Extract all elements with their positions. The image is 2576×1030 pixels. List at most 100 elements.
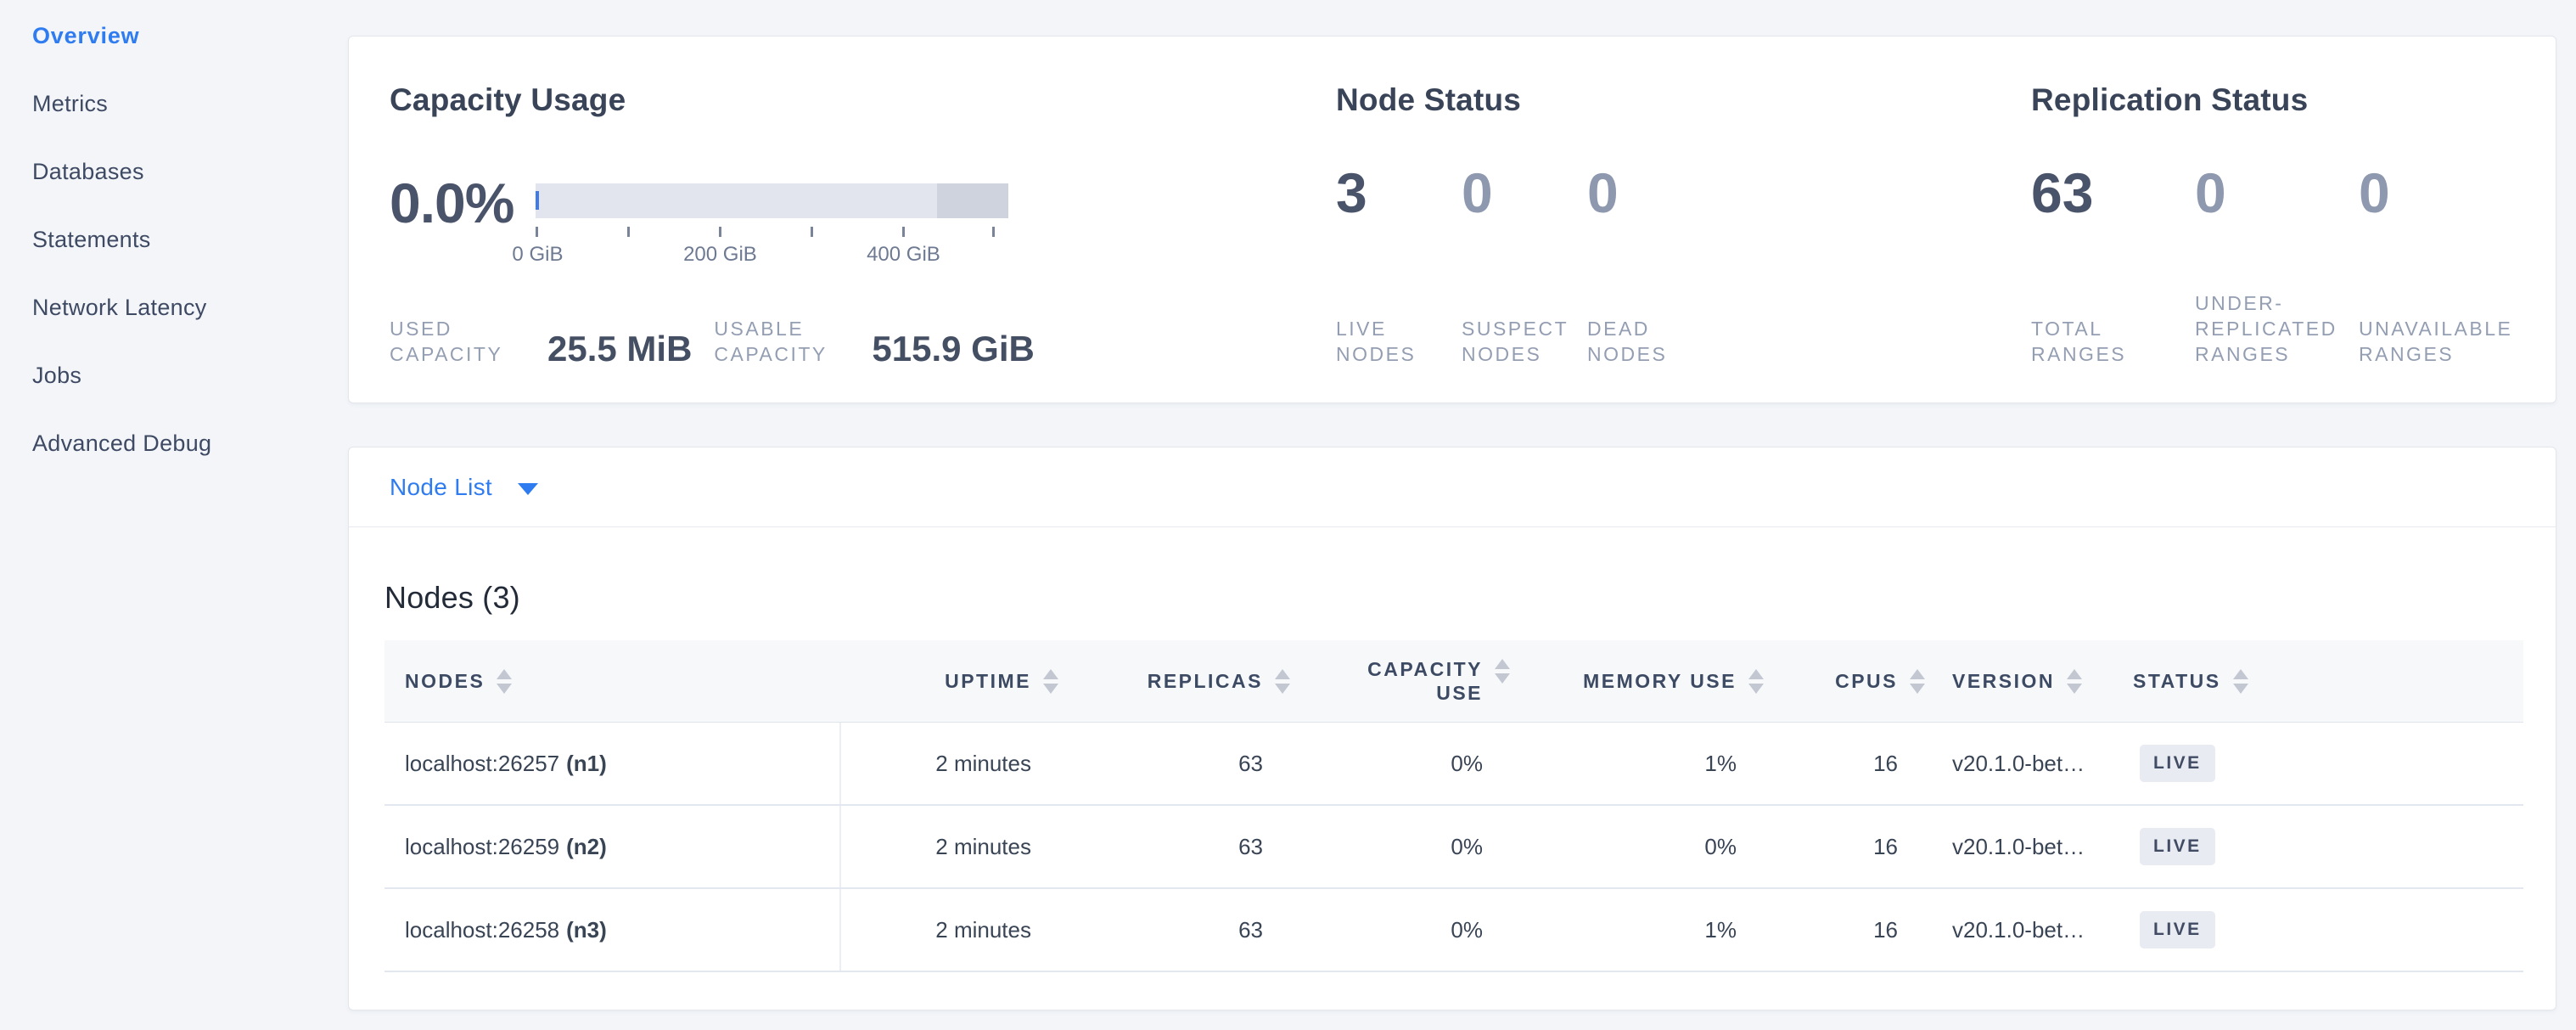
capacity-usage-section: Capacity Usage 0.0% 0 Gi (349, 37, 1308, 402)
capacity-use-cell: 0% (1290, 806, 1510, 887)
sidebar-item-network-latency[interactable]: Network Latency (0, 273, 348, 341)
axis-tick (627, 227, 630, 237)
sort-icon[interactable] (1748, 669, 1764, 694)
node-id: (n2) (566, 834, 607, 860)
suspect-nodes-stat: 0 SUSPECT NODES (1462, 159, 1587, 367)
app-root: Overview Metrics Databases Statements Ne… (0, 0, 2576, 1030)
table-row[interactable]: localhost:26257 (n1) 2 minutes 63 0% 1% … (384, 723, 2523, 806)
status-cell: LIVE (2114, 806, 2523, 887)
live-nodes-stat: 3 LIVE NODES (1336, 159, 1462, 367)
sidebar-item-statements[interactable]: Statements (0, 205, 348, 273)
column-header-replicas[interactable]: REPLICAS (1058, 640, 1290, 722)
sort-icon[interactable] (1043, 669, 1058, 694)
total-ranges-stat: 63 TOTAL RANGES (2031, 159, 2195, 367)
capacity-gauge-row: 0.0% 0 GiB 200 GiB (390, 164, 1308, 242)
column-header-version[interactable]: VERSION (1925, 640, 2114, 722)
sidebar-item-advanced-debug[interactable]: Advanced Debug (0, 409, 348, 477)
column-header-memory-use[interactable]: MEMORY USE (1510, 640, 1764, 722)
suspect-nodes-label: SUSPECT NODES (1462, 316, 1582, 367)
capacity-gauge-track (536, 183, 1008, 218)
axis-tick-label: 200 GiB (683, 243, 757, 267)
replicas-cell: 63 (1058, 806, 1290, 887)
unavailable-ranges-value: 0 (2359, 159, 2523, 227)
uptime-cell: 2 minutes (841, 806, 1058, 887)
version-cell: v20.1.0-bet… (1925, 806, 2114, 887)
replication-status-title: Replication Status (2031, 81, 2556, 120)
capacity-used-bar (536, 191, 539, 209)
table-body: localhost:26257 (n1) 2 minutes 63 0% 1% … (384, 723, 2523, 972)
sort-icon[interactable] (1495, 659, 1510, 684)
cpus-cell: 16 (1764, 723, 1925, 804)
sidebar-item-metrics[interactable]: Metrics (0, 70, 348, 138)
unavailable-ranges-stat: 0 UNAVAILABLE RANGES (2359, 159, 2523, 367)
version-cell: v20.1.0-bet… (1925, 723, 2114, 804)
replication-status-stats: 63 TOTAL RANGES 0 UNDER-REPLICATED RANGE… (2031, 159, 2556, 367)
dead-nodes-label: DEAD NODES (1587, 316, 1682, 367)
used-capacity-label: USED CAPACITY (390, 316, 536, 367)
uptime-cell: 2 minutes (841, 723, 1058, 804)
unavailable-ranges-label: UNAVAILABLE RANGES (2359, 316, 2541, 367)
column-header-label: NODES (405, 670, 485, 693)
used-capacity-stat: USED CAPACITY 25.5 MiB (390, 316, 692, 367)
node-id: (n3) (566, 917, 607, 943)
sidebar-item-databases[interactable]: Databases (0, 138, 348, 205)
axis-tick (811, 227, 813, 237)
table-header-row: NODES UPTIME REPLICAS CAPACITY USE (384, 640, 2523, 723)
capacity-usage-title: Capacity Usage (390, 81, 1308, 120)
capacity-use-cell: 0% (1290, 723, 1510, 804)
capacity-stats-row: USED CAPACITY 25.5 MiB USABLE CAPACITY 5… (390, 316, 1308, 367)
node-address: localhost:26259 (405, 834, 559, 860)
node-list-dropdown[interactable]: Node List (390, 474, 492, 501)
node-address: localhost:26258 (405, 917, 559, 943)
under-replicated-ranges-label: UNDER-REPLICATED RANGES (2195, 290, 2365, 367)
live-nodes-label: LIVE NODES (1336, 316, 1431, 367)
column-header-capacity-use[interactable]: CAPACITY USE (1290, 640, 1510, 722)
status-cell: LIVE (2114, 723, 2523, 804)
capacity-used-percent: 0.0% (390, 169, 514, 237)
node-address-cell: localhost:26258 (n3) (384, 889, 841, 971)
axis-tick (902, 227, 905, 237)
under-replicated-ranges-stat: 0 UNDER-REPLICATED RANGES (2195, 159, 2359, 367)
usable-capacity-value: 515.9 GiB (872, 331, 1034, 367)
column-header-label: VERSION (1952, 670, 2055, 693)
table-row[interactable]: localhost:26258 (n3) 2 minutes 63 0% 1% … (384, 889, 2523, 972)
status-badge: LIVE (2140, 745, 2215, 782)
usable-capacity-stat: USABLE CAPACITY 515.9 GiB (714, 316, 1034, 367)
sidebar-item-jobs[interactable]: Jobs (0, 341, 348, 409)
node-list-card: Node List Nodes (3) NODES UPTIME REPLICA… (348, 447, 2556, 1010)
column-header-uptime[interactable]: UPTIME (841, 640, 1058, 722)
node-status-section: Node Status 3 LIVE NODES 0 SUSPECT NODES… (1308, 37, 1995, 402)
axis-tick (992, 227, 995, 237)
memory-use-cell: 1% (1510, 723, 1764, 804)
caret-down-icon[interactable] (518, 483, 538, 495)
sort-icon[interactable] (1275, 669, 1290, 694)
sidebar: Overview Metrics Databases Statements Ne… (0, 0, 348, 1030)
node-status-title: Node Status (1336, 81, 1995, 120)
node-status-stats: 3 LIVE NODES 0 SUSPECT NODES 0 DEAD NODE… (1336, 159, 1995, 367)
cluster-summary-card: Capacity Usage 0.0% 0 Gi (348, 36, 2556, 403)
sort-icon[interactable] (497, 669, 512, 694)
memory-use-cell: 0% (1510, 806, 1764, 887)
sidebar-item-overview[interactable]: Overview (0, 2, 348, 70)
table-row[interactable]: localhost:26259 (n2) 2 minutes 63 0% 0% … (384, 806, 2523, 889)
sort-icon[interactable] (2067, 669, 2082, 694)
replication-status-section: Replication Status 63 TOTAL RANGES 0 UND… (1995, 37, 2556, 402)
column-header-label: REPLICAS (1148, 670, 1263, 693)
node-address-cell: localhost:26257 (n1) (384, 723, 841, 804)
column-header-status[interactable]: STATUS (2114, 640, 2523, 722)
suspect-nodes-value: 0 (1462, 159, 1587, 227)
memory-use-cell: 1% (1510, 889, 1764, 971)
uptime-cell: 2 minutes (841, 889, 1058, 971)
sort-icon[interactable] (2233, 669, 2248, 694)
sort-icon[interactable] (1910, 669, 1925, 694)
dead-nodes-stat: 0 DEAD NODES (1587, 159, 1713, 367)
cpus-cell: 16 (1764, 889, 1925, 971)
node-id: (n1) (566, 751, 607, 777)
column-header-nodes[interactable]: NODES (384, 640, 841, 722)
node-address-cell: localhost:26259 (n2) (384, 806, 841, 887)
total-ranges-label: TOTAL RANGES (2031, 316, 2152, 367)
version-cell: v20.1.0-bet… (1925, 889, 2114, 971)
column-header-label: STATUS (2133, 670, 2221, 693)
column-header-cpus[interactable]: CPUS (1764, 640, 1925, 722)
axis-tick-label: 400 GiB (867, 243, 940, 267)
